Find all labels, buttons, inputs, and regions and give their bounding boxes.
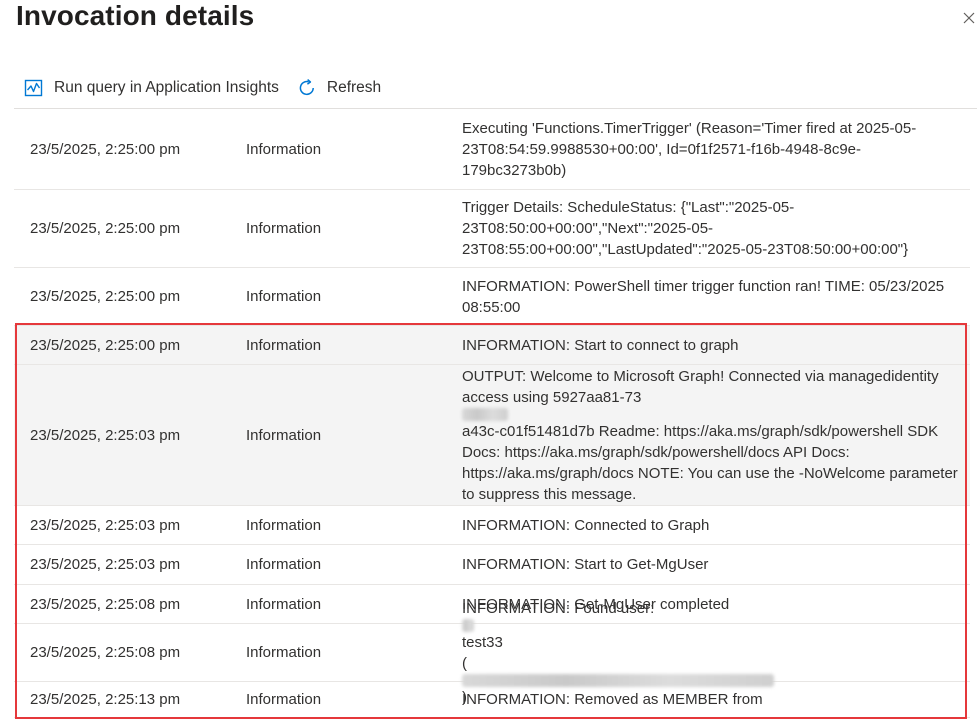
toolbar: Run query in Application Insights Refres…: [24, 76, 381, 100]
row-message: OUTPUT: Welcome to Microsoft Graph! Conn…: [462, 366, 962, 505]
row-level: Information: [246, 426, 322, 444]
table-row[interactable]: 23/5/2025, 2:25:03 pm Information INFORM…: [14, 506, 970, 545]
refresh-label: Refresh: [326, 79, 382, 96]
close-icon: [963, 12, 975, 24]
panel-title: Invocation details: [16, 0, 255, 31]
message-text-start: OUTPUT: Welcome to Microsoft Graph! Conn…: [462, 367, 939, 406]
toolbar-divider: [14, 108, 977, 109]
row-level: Information: [246, 644, 322, 661]
row-message: INFORMATION: Start to Get-MgUser: [462, 556, 709, 573]
row-timestamp: 23/5/2025, 2:25:00 pm: [30, 336, 181, 354]
redacted-text: [462, 618, 474, 632]
redacted-text: [462, 407, 508, 421]
refresh-button[interactable]: Refresh: [297, 78, 381, 98]
row-message: INFORMATION: Connected to Graph: [462, 516, 710, 534]
message-text-end: a43c-c01f51481d7b Readme: https://aka.ms…: [462, 422, 958, 503]
row-level: Information: [246, 516, 322, 534]
message-text-start: INFORMATION: Found user:: [462, 599, 655, 617]
row-level: Information: [246, 220, 322, 237]
row-timestamp: 23/5/2025, 2:25:03 pm: [30, 516, 181, 534]
table-row[interactable]: 23/5/2025, 2:25:00 pm Information Trigge…: [14, 190, 970, 268]
row-level: Information: [246, 288, 322, 305]
close-button[interactable]: [960, 4, 977, 32]
row-level: Information: [246, 595, 322, 613]
table-row[interactable]: 23/5/2025, 2:25:03 pm Information OUTPUT…: [14, 365, 970, 506]
row-timestamp: 23/5/2025, 2:25:00 pm: [30, 288, 181, 305]
table-row[interactable]: 23/5/2025, 2:25:13 pm Information INFORM…: [14, 682, 970, 718]
table-row[interactable]: 23/5/2025, 2:25:00 pm Information INFORM…: [14, 268, 970, 326]
row-timestamp: 23/5/2025, 2:25:08 pm: [30, 595, 181, 613]
table-row[interactable]: 23/5/2025, 2:25:00 pm Information INFORM…: [14, 326, 970, 365]
row-timestamp: 23/5/2025, 2:25:00 pm: [30, 141, 181, 158]
row-message: INFORMATION: Start to connect to graph: [462, 336, 739, 354]
row-timestamp: 23/5/2025, 2:25:00 pm: [30, 220, 181, 237]
run-query-button[interactable]: Run query in Application Insights: [24, 78, 279, 98]
row-timestamp: 23/5/2025, 2:25:03 pm: [30, 556, 181, 573]
row-message: Trigger Details: ScheduleStatus: {"Last"…: [462, 199, 909, 258]
row-timestamp: 23/5/2025, 2:25:08 pm: [30, 644, 181, 661]
table-row[interactable]: 23/5/2025, 2:25:03 pm Information INFORM…: [14, 545, 970, 585]
log-table: 23/5/2025, 2:25:00 pm Information Execut…: [14, 110, 970, 718]
table-row[interactable]: 23/5/2025, 2:25:00 pm Information Execut…: [14, 110, 970, 190]
run-query-label: Run query in Application Insights: [54, 79, 279, 96]
row-timestamp: 23/5/2025, 2:25:03 pm: [30, 426, 181, 444]
row-level: Information: [246, 556, 322, 573]
row-message: INFORMATION: Removed as MEMBER from: [462, 691, 763, 708]
row-level: Information: [246, 141, 322, 158]
row-message: INFORMATION: PowerShell timer trigger fu…: [462, 277, 945, 316]
row-message: Executing 'Functions.TimerTrigger' (Reas…: [462, 120, 917, 179]
table-row[interactable]: 23/5/2025, 2:25:08 pm Information INFORM…: [14, 600, 970, 706]
invocation-details-panel: Invocation details Run query in Applicat…: [0, 0, 977, 723]
paren-open: (: [462, 654, 467, 672]
application-insights-chart-icon: [24, 78, 44, 98]
message-text-end: test33: [462, 633, 503, 651]
row-level: Information: [246, 336, 322, 354]
row-level: Information: [246, 691, 322, 708]
refresh-icon: [297, 78, 317, 98]
row-timestamp: 23/5/2025, 2:25:13 pm: [30, 691, 181, 708]
